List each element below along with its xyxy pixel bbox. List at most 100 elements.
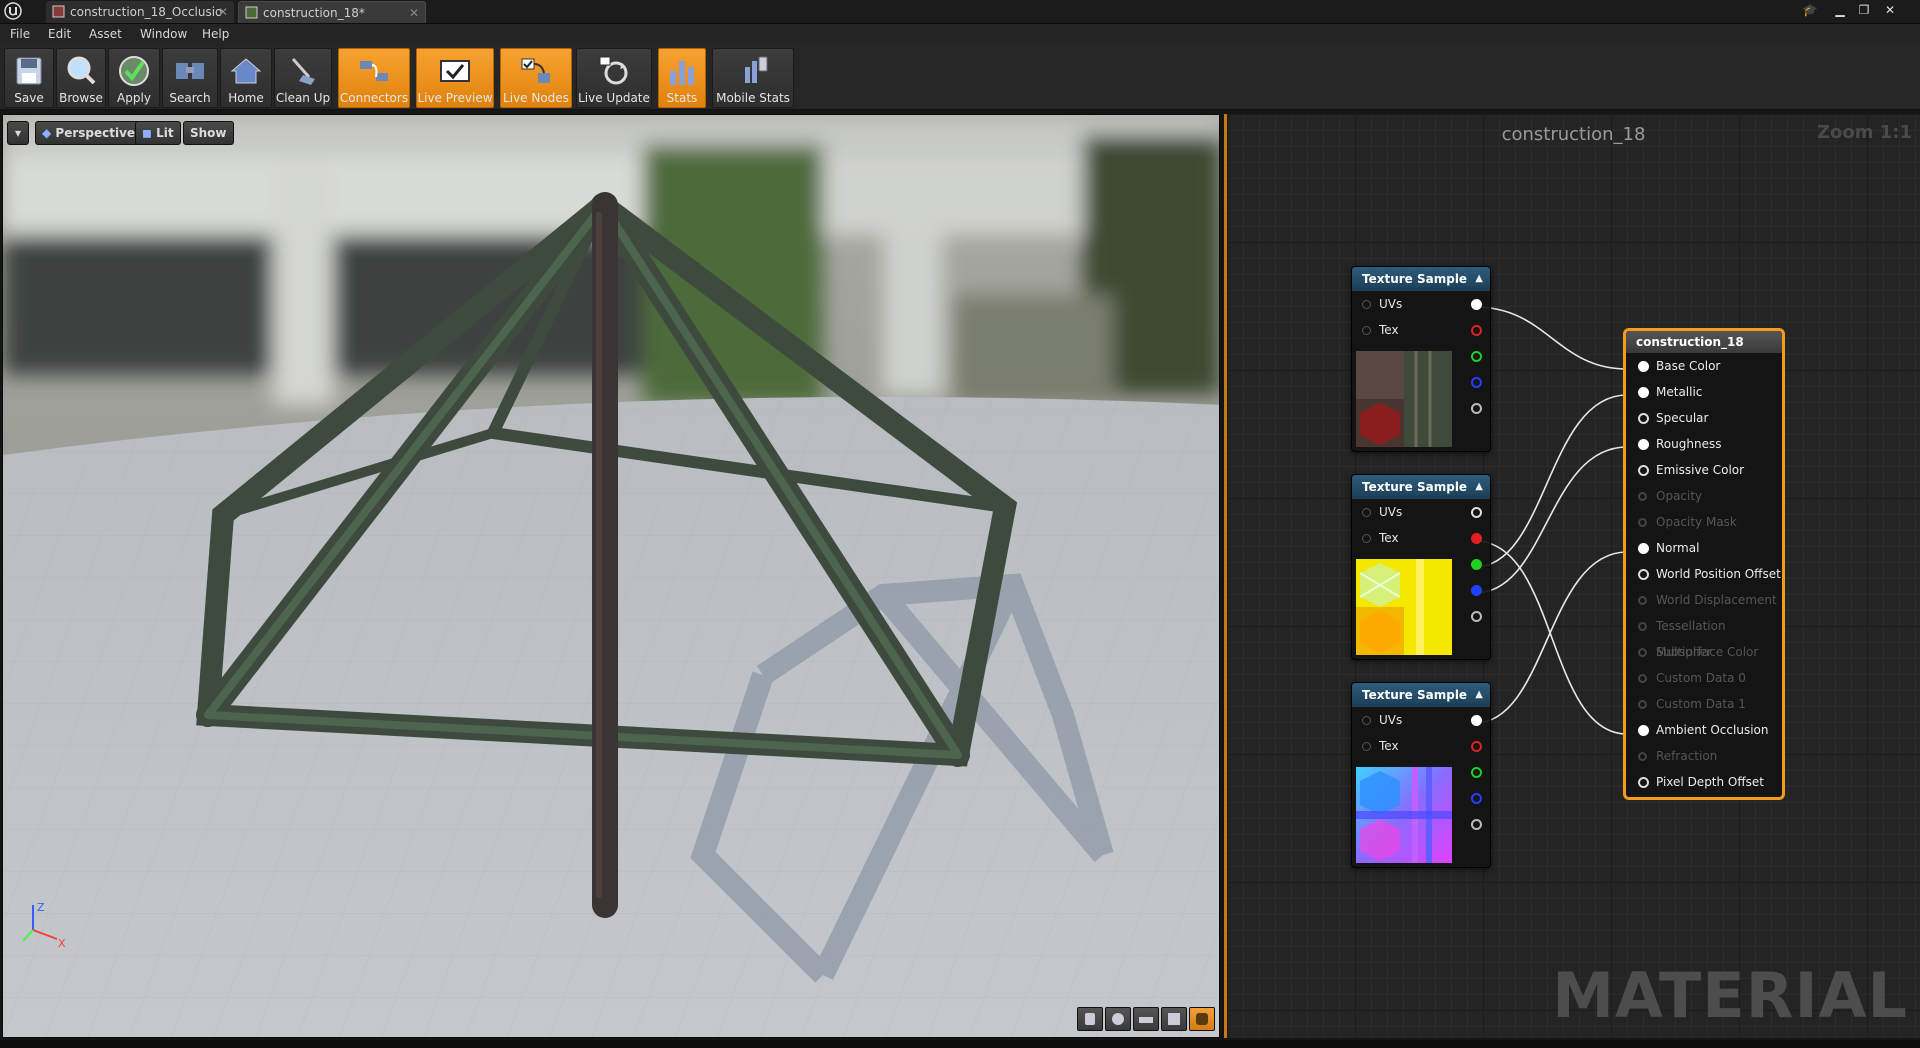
live-update-icon [599, 56, 628, 85]
cube-icon [1168, 1013, 1180, 1025]
collapse-icon[interactable]: ▲ [1475, 683, 1483, 707]
chevron-down-icon: ▾ [14, 126, 22, 140]
tex-input-pin[interactable] [1362, 534, 1371, 543]
blue-output-pin[interactable] [1471, 793, 1482, 804]
wire-metallic [1474, 394, 1628, 568]
uvs-input-pin[interactable] [1362, 716, 1371, 725]
tab-label: construction_18_Occlusio [70, 5, 223, 19]
node-title: Texture Sample [1362, 480, 1468, 494]
blue-output-pin[interactable] [1471, 585, 1482, 596]
result-input-row: Specular [1626, 405, 1782, 431]
rgb-output-pin[interactable] [1471, 299, 1482, 310]
uvs-input-pin[interactable] [1362, 300, 1371, 309]
green-output-pin[interactable] [1471, 559, 1482, 570]
preview-mesh-button[interactable] [1189, 1007, 1215, 1031]
menu-file[interactable]: File [10, 27, 30, 41]
result-input-row: Emissive Color [1626, 457, 1782, 483]
preview-plane-button[interactable] [1133, 1007, 1159, 1031]
mobile-stats-button[interactable]: Mobile Stats [712, 48, 794, 108]
clean-up-button[interactable]: Clean Up [274, 48, 332, 108]
node-header[interactable]: Texture Sample ▲ [1352, 475, 1490, 499]
result-input-pin[interactable] [1638, 569, 1649, 580]
close-icon[interactable]: ✕ [218, 1, 228, 23]
green-output-pin[interactable] [1471, 351, 1482, 362]
blue-output-pin[interactable] [1471, 377, 1482, 388]
rgb-output-pin[interactable] [1471, 507, 1482, 518]
lit-button[interactable]: ◼ Lit [135, 121, 181, 145]
save-button[interactable]: Save [4, 48, 54, 108]
result-input-pin[interactable] [1638, 725, 1649, 736]
result-input-row: Custom Data 1 [1626, 691, 1782, 717]
preview-cube-button[interactable] [1161, 1007, 1187, 1031]
show-button[interactable]: Show [183, 121, 234, 145]
restore-icon[interactable]: ❐ [1854, 2, 1874, 18]
close-icon[interactable]: ✕ [409, 2, 419, 24]
search-button[interactable]: Search [162, 48, 218, 108]
wire-ambient-occlusion [1474, 540, 1628, 735]
menu-window[interactable]: Window [140, 27, 187, 41]
result-input-row: Base Color [1626, 353, 1782, 379]
tab-occlusion[interactable]: construction_18_Occlusio ✕ [46, 1, 234, 23]
result-input-pin[interactable] [1638, 361, 1649, 372]
close-window-icon[interactable]: ✕ [1880, 2, 1900, 18]
notification-icon[interactable]: 🎓 [1800, 2, 1820, 18]
node-header[interactable]: Texture Sample ▲ [1352, 267, 1490, 291]
material-result-node[interactable]: construction_18 Base Color Metallic Specul… [1623, 328, 1785, 800]
menu-help[interactable]: Help [202, 27, 229, 41]
result-input-label: Refraction [1656, 749, 1718, 763]
menu-asset[interactable]: Asset [89, 27, 122, 41]
menu-edit[interactable]: Edit [48, 27, 71, 41]
result-input-row: World Position Offset [1626, 561, 1782, 587]
alpha-output-pin[interactable] [1471, 403, 1482, 414]
result-input-pin[interactable] [1638, 387, 1649, 398]
texture-sample-node[interactable]: Texture Sample ▲ UVs Tex [1351, 266, 1491, 452]
preview-sphere-button[interactable] [1105, 1007, 1131, 1031]
result-input-label: Emissive Color [1656, 463, 1745, 477]
result-input-row: Opacity [1626, 483, 1782, 509]
rgb-output-pin[interactable] [1471, 715, 1482, 726]
minimize-icon[interactable]: ▁ [1830, 2, 1850, 18]
live-preview-button[interactable]: Live Preview [416, 48, 494, 108]
result-input-label: Roughness [1656, 437, 1722, 451]
texture-sample-node[interactable]: Texture Sample ▲ UVs Tex [1351, 682, 1491, 868]
unreal-logo-icon [4, 2, 22, 20]
result-input-pin[interactable] [1638, 439, 1649, 450]
perspective-button[interactable]: ◆ Perspective [35, 121, 143, 145]
texture-sample-node[interactable]: Texture Sample ▲ UVs Tex [1351, 474, 1491, 660]
texture-thumbnail [1356, 767, 1452, 863]
preview-cylinder-button[interactable] [1077, 1007, 1103, 1031]
uvs-input-pin[interactable] [1362, 508, 1371, 517]
alpha-output-pin[interactable] [1471, 819, 1482, 830]
apply-button[interactable]: Apply [108, 48, 160, 108]
tex-input-pin[interactable] [1362, 742, 1371, 751]
live-nodes-button[interactable]: Live Nodes [500, 48, 572, 108]
result-input-pin[interactable] [1638, 413, 1649, 424]
result-input-row: Refraction [1626, 743, 1782, 769]
green-output-pin[interactable] [1471, 767, 1482, 778]
preview-viewport[interactable]: Z X ▾ ◆ Perspective ◼ Lit Show [2, 114, 1220, 1038]
material-graph[interactable]: construction_18 Zoom 1:1 Texture Sample … [1224, 114, 1920, 1038]
result-input-pin [1638, 622, 1647, 631]
result-input-pin[interactable] [1638, 465, 1649, 476]
viewport-options-button[interactable]: ▾ [7, 121, 29, 145]
red-output-pin[interactable] [1471, 325, 1482, 336]
collapse-icon[interactable]: ▲ [1475, 475, 1483, 499]
browse-button[interactable]: Browse [56, 48, 106, 108]
tab-material[interactable]: construction_18* ✕ [238, 1, 426, 23]
connectors-button[interactable]: Connectors [338, 48, 410, 108]
result-input-pin[interactable] [1638, 777, 1649, 788]
red-output-pin[interactable] [1471, 533, 1482, 544]
result-input-label: Opacity Mask [1656, 515, 1737, 529]
node-header[interactable]: Texture Sample ▲ [1352, 683, 1490, 707]
result-node-title[interactable]: construction_18 [1626, 331, 1782, 353]
stats-button[interactable]: Stats [658, 48, 706, 108]
result-input-pin [1638, 492, 1647, 501]
tex-input-pin[interactable] [1362, 326, 1371, 335]
collapse-icon[interactable]: ▲ [1475, 267, 1483, 291]
result-input-pin[interactable] [1638, 543, 1649, 554]
red-output-pin[interactable] [1471, 741, 1482, 752]
live-update-button[interactable]: Live Update [576, 48, 652, 108]
result-input-label: Specular [1656, 411, 1709, 425]
home-button[interactable]: Home [220, 48, 272, 108]
alpha-output-pin[interactable] [1471, 611, 1482, 622]
